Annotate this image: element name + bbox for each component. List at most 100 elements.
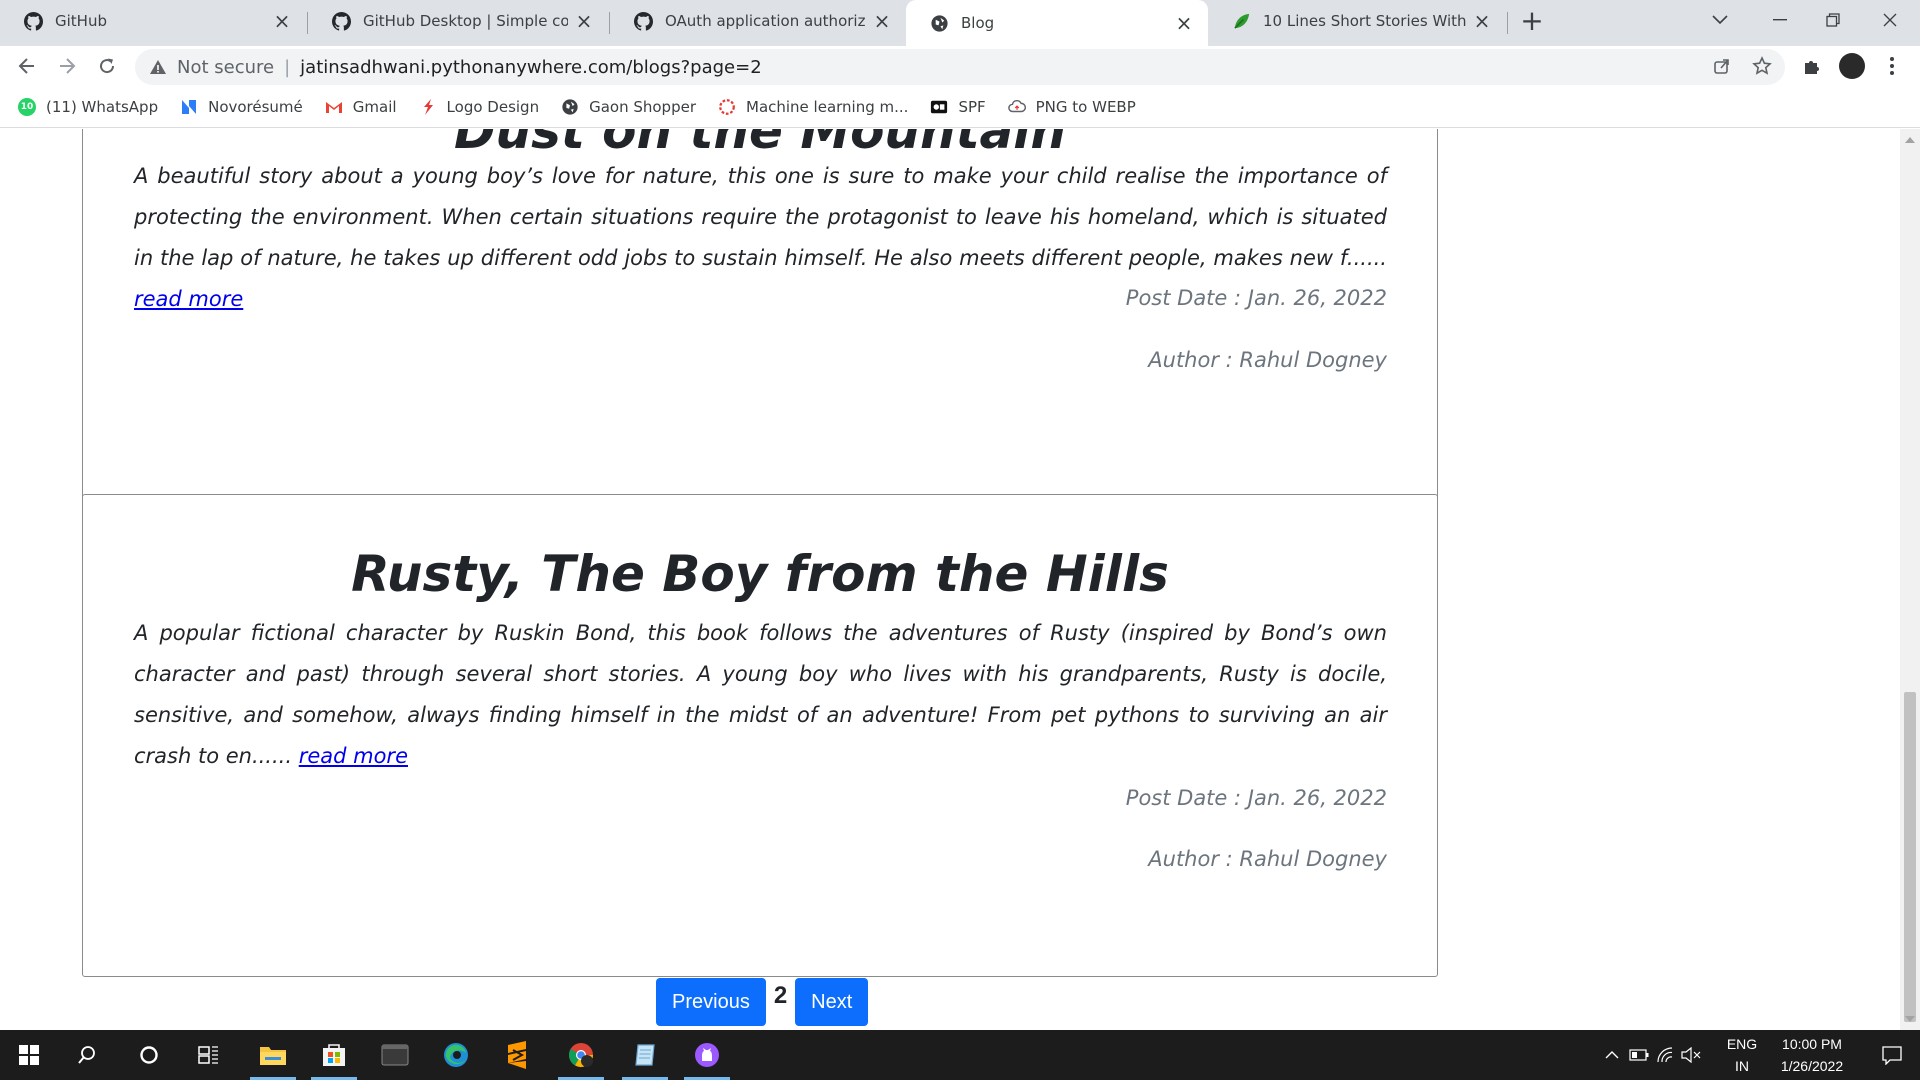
minimize-icon: [1773, 19, 1787, 21]
tab-search-button[interactable]: [1690, 0, 1750, 40]
star-icon: [1752, 56, 1772, 75]
url-text[interactable]: jatinsadhwani.pythonanywhere.com/blogs?p…: [300, 57, 761, 78]
tab-title: 10 Lines Short Stories With Mora: [1263, 12, 1466, 30]
network-status[interactable]: [1652, 1030, 1678, 1080]
current-page-number: 2: [773, 982, 788, 1009]
scroll-down-arrow-icon[interactable]: [1905, 1016, 1915, 1022]
logo-design-icon: [423, 98, 433, 115]
pagination: Previous 2 Next: [656, 978, 869, 1026]
tab-blog[interactable]: Blog ×: [906, 0, 1208, 46]
notification-icon: [1882, 1046, 1902, 1065]
address-bar[interactable]: Not secure | jatinsadhwani.pythonanywher…: [135, 49, 1785, 85]
post-date: Post Date : Jan. 26, 2022: [1125, 286, 1387, 310]
taskbar-edge[interactable]: [427, 1030, 485, 1080]
tab-github[interactable]: GitHub ×: [0, 0, 306, 42]
post-excerpt-text: A beautiful story about a young boy’s lo…: [134, 164, 1387, 270]
profile-button[interactable]: [1836, 50, 1868, 82]
scroll-up-arrow-icon[interactable]: [1905, 137, 1915, 143]
reload-icon: [100, 58, 115, 74]
tab-close-button[interactable]: ×: [1174, 11, 1194, 35]
bookmark-novoresume[interactable]: Novorésumé: [180, 98, 303, 116]
edge-icon: [444, 1043, 468, 1067]
taskbar-search-button[interactable]: [58, 1030, 116, 1080]
browser-toolbar: Not secure | jatinsadhwani.pythonanywher…: [0, 46, 1920, 86]
scrollbar-thumb[interactable]: [1904, 692, 1916, 1022]
tab-close-button[interactable]: ×: [1472, 9, 1492, 33]
battery-icon: [1629, 1049, 1649, 1061]
new-tab-button[interactable]: +: [1516, 6, 1548, 38]
post-author: Author : Rahul Dogney: [1148, 847, 1387, 871]
taskbar-sublime-text[interactable]: [488, 1030, 546, 1080]
tab-separator: [1507, 12, 1508, 34]
previous-page-button[interactable]: Previous: [656, 978, 766, 1026]
bookmark-whatsapp[interactable]: 10 (11) WhatsApp: [18, 97, 158, 116]
cloud-icon: [1007, 99, 1026, 112]
gmail-icon: [325, 101, 342, 113]
taskbar-notepad[interactable]: [616, 1030, 674, 1080]
forward-button[interactable]: [51, 50, 83, 82]
avatar: [1839, 53, 1865, 79]
page-scrollbar[interactable]: [1900, 129, 1920, 1030]
read-more-link[interactable]: read more: [299, 744, 408, 768]
tab-short-stories[interactable]: 10 Lines Short Stories With Mora ×: [1208, 0, 1506, 42]
back-button[interactable]: [11, 50, 43, 82]
close-window-button[interactable]: [1860, 0, 1920, 40]
taskbar-github-desktop[interactable]: [678, 1030, 736, 1080]
bookmarks-bar: 10 (11) WhatsApp Novorésumé Gmail Logo D…: [0, 86, 1920, 128]
extensions-button[interactable]: [1796, 50, 1828, 82]
arrow-left-icon: [18, 58, 34, 74]
bookmark-machine-learning[interactable]: Machine learning m...: [718, 98, 908, 116]
chevron-up-icon: [1605, 1051, 1619, 1059]
tab-close-button[interactable]: ×: [574, 9, 594, 33]
clock-time: 10:00 PM: [1782, 1036, 1842, 1052]
clock[interactable]: 10:00 PM 1/26/2022: [1770, 1036, 1854, 1074]
share-button[interactable]: [1710, 54, 1734, 78]
volume-control[interactable]: [1678, 1030, 1704, 1080]
bookmark-label: Logo Design: [446, 97, 540, 116]
restore-button[interactable]: [1803, 0, 1863, 40]
tab-github-desktop[interactable]: GitHub Desktop | Simple collabor ×: [308, 0, 608, 42]
taskbar-chrome[interactable]: [552, 1030, 610, 1080]
minimize-button[interactable]: [1750, 0, 1810, 40]
read-more-link[interactable]: read more: [134, 287, 243, 311]
bookmark-gmail[interactable]: Gmail: [325, 98, 397, 116]
sublime-text-icon: [508, 1041, 526, 1069]
tab-close-button[interactable]: ×: [272, 9, 292, 33]
tab-close-button[interactable]: ×: [872, 9, 892, 33]
folder-icon: [260, 1047, 286, 1065]
taskbar-terminal[interactable]: [366, 1030, 424, 1080]
show-hidden-icons-button[interactable]: [1600, 1030, 1624, 1080]
bookmark-logo-design[interactable]: Logo Design: [419, 97, 540, 116]
bookmark-spf[interactable]: SPF: [930, 98, 986, 116]
action-center-button[interactable]: [1864, 1030, 1920, 1080]
battery-status[interactable]: [1626, 1030, 1652, 1080]
security-status[interactable]: Not secure: [177, 57, 274, 78]
taskbar-file-explorer[interactable]: [244, 1030, 302, 1080]
puzzle-icon: [1805, 61, 1819, 74]
browser-menu-button[interactable]: [1876, 50, 1908, 82]
wifi-icon: [1657, 1047, 1673, 1063]
github-icon: [332, 11, 351, 31]
reload-button[interactable]: [91, 50, 123, 82]
close-icon: [1883, 13, 1897, 27]
bookmark-png-to-webp[interactable]: PNG to WEBP: [1007, 97, 1136, 116]
spf-icon: [931, 100, 948, 113]
post-author: Author : Rahul Dogney: [1148, 348, 1387, 372]
bookmark-gaon-shopper[interactable]: Gaon Shopper: [561, 98, 696, 116]
input-language[interactable]: ENG IN: [1724, 1036, 1760, 1074]
bookmark-star-button[interactable]: [1750, 54, 1774, 78]
start-button[interactable]: [0, 1030, 58, 1080]
cortana-circle-icon: [140, 1046, 158, 1064]
tab-oauth[interactable]: OAuth application authorized ×: [610, 0, 906, 42]
arrow-right-icon: [60, 58, 76, 74]
cortana-button[interactable]: [120, 1030, 178, 1080]
store-icon: [323, 1044, 345, 1066]
taskbar-microsoft-store[interactable]: [305, 1030, 363, 1080]
bookmark-label: PNG to WEBP: [1035, 97, 1136, 116]
next-page-button[interactable]: Next: [795, 978, 869, 1026]
blog-post-card: Rusty, The Boy from the Hills A popular …: [82, 494, 1438, 977]
speaker-muted-icon: [1681, 1047, 1701, 1063]
task-view-button[interactable]: [180, 1030, 238, 1080]
tab-title: OAuth application authorized: [665, 12, 866, 30]
windows-logo-icon: [19, 1045, 39, 1065]
